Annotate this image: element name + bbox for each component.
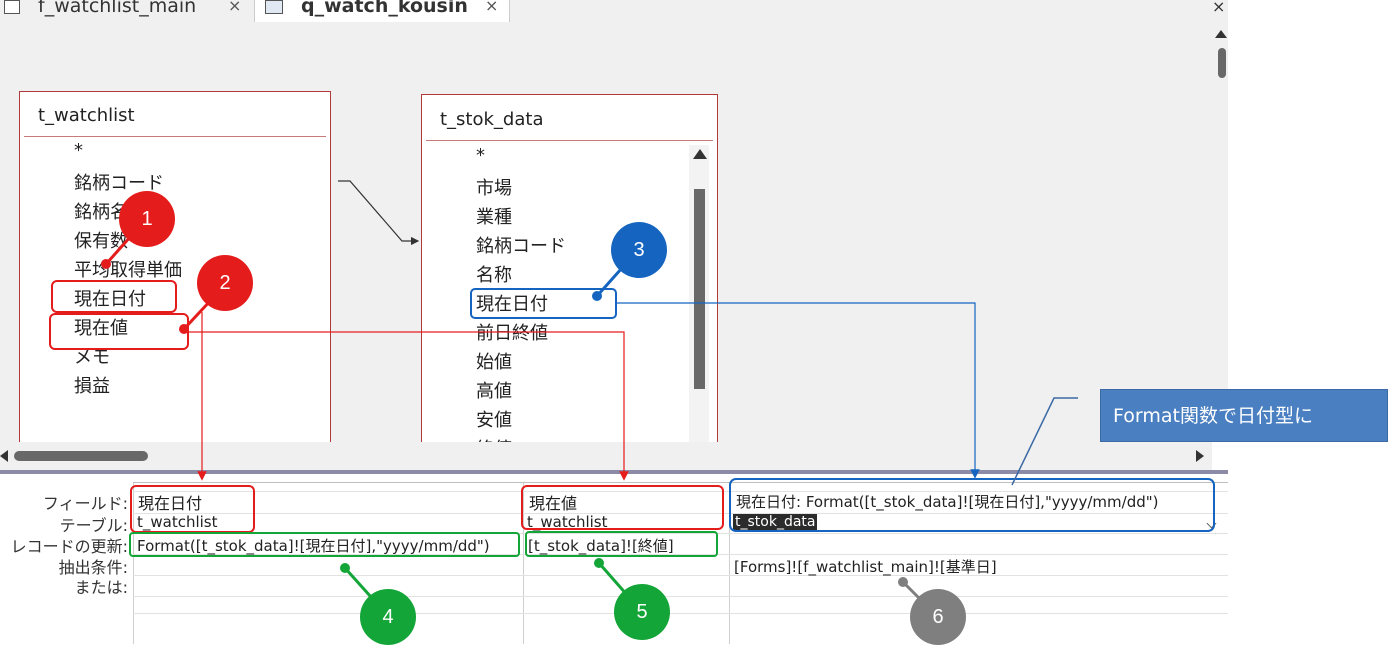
annotation-overlay — [49, 180, 1215, 619]
annotation-note: Format関数で日付型に — [1100, 389, 1388, 442]
note-pointer-line — [1011, 397, 1078, 486]
highlight-box-red — [49, 313, 189, 350]
callout-badge-4: 4 — [360, 589, 416, 645]
leader-dot — [101, 259, 111, 269]
leader-dot — [898, 577, 908, 587]
highlight-box-red — [51, 280, 177, 313]
leader-dot — [340, 563, 350, 573]
arrow-blue — [616, 302, 980, 479]
callout-badge-1: 1 — [119, 191, 175, 247]
leader-dot — [594, 558, 604, 568]
highlight-box-red — [130, 485, 255, 533]
arrow-red — [186, 331, 629, 481]
join-line — [338, 180, 420, 246]
highlight-box-red — [521, 485, 724, 530]
callout-badge-6: 6 — [910, 589, 966, 645]
highlight-box-green — [525, 531, 718, 557]
leader-dot — [179, 324, 189, 334]
highlight-box-green — [129, 532, 520, 557]
leader-dot — [592, 291, 602, 301]
callout-badge-3: 3 — [611, 222, 667, 278]
callout-badge-5: 5 — [614, 584, 670, 640]
highlight-box-blue — [729, 478, 1215, 532]
callout-badge-2: 2 — [197, 255, 253, 311]
